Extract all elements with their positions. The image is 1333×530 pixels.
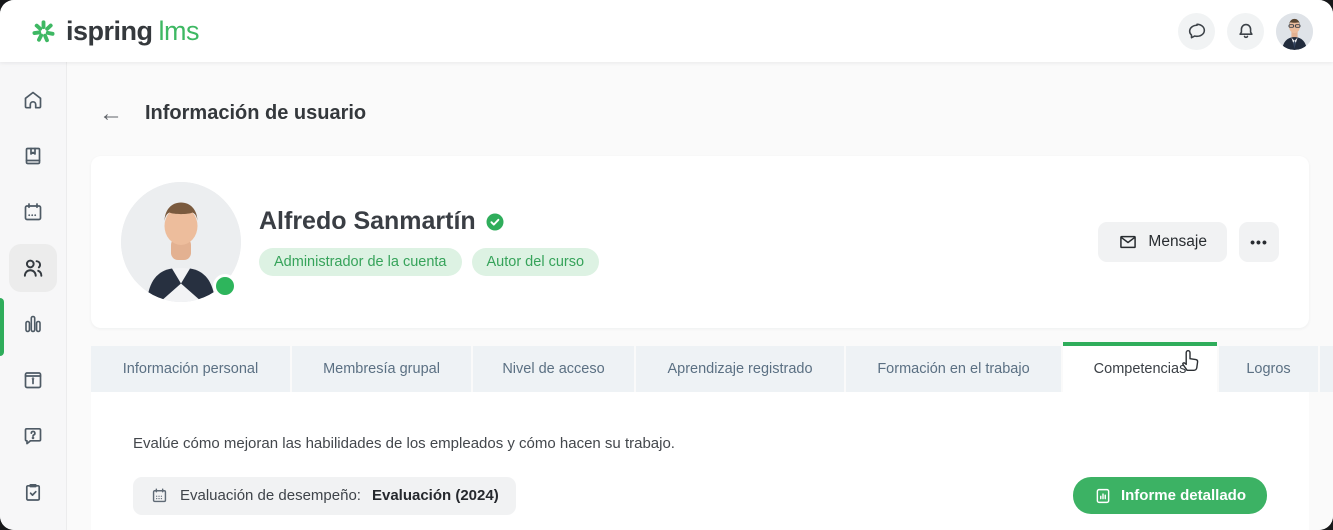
clipboard-check-icon: [21, 480, 45, 504]
sidebar-item-reports[interactable]: [9, 300, 57, 348]
sidebar-item-assignments[interactable]: [9, 468, 57, 516]
profile-tabs: Información personal Membresía grupal Ni…: [91, 342, 1333, 392]
tab-membresia-grupal[interactable]: Membresía grupal: [292, 346, 471, 392]
bar-chart-icon: [21, 312, 45, 336]
detailed-report-button[interactable]: Informe detallado: [1073, 477, 1267, 514]
envelope-icon: [1118, 232, 1138, 252]
role-badge-admin: Administrador de la cuenta: [259, 248, 462, 276]
header-avatar[interactable]: [1276, 13, 1313, 50]
active-indicator: [0, 298, 4, 356]
verified-check-icon: [486, 213, 504, 231]
page-title: Información de usuario: [145, 102, 366, 125]
evaluation-label: Evaluación de desempeño:: [180, 487, 361, 504]
chat-button[interactable]: [1178, 13, 1215, 50]
tab-informacion-personal[interactable]: Información personal: [91, 346, 290, 392]
back-button[interactable]: ←: [97, 100, 125, 128]
tab-nivel-de-acceso[interactable]: Nivel de acceso: [473, 346, 634, 392]
top-bar: ispringlms: [0, 0, 1333, 62]
user-card: Alfredo Sanmartín Administrador de la cu…: [91, 156, 1309, 328]
user-name: Alfredo Sanmartín: [259, 207, 476, 236]
sidebar-item-info[interactable]: [9, 356, 57, 404]
logo-text: ispringlms: [66, 16, 199, 47]
info-card-icon: [21, 368, 45, 392]
home-icon: [21, 88, 45, 112]
evaluation-value: Evaluación (2024): [372, 487, 499, 504]
app-window: ispringlms: [0, 0, 1333, 530]
ispring-logo[interactable]: ispringlms: [30, 16, 199, 47]
more-actions-button[interactable]: •••: [1239, 222, 1279, 262]
main-content: ← Información de usuario: [67, 62, 1333, 530]
panel-description: Evalúe cómo mejoran las habilidades de l…: [133, 435, 1267, 452]
tab-logros[interactable]: Logros: [1219, 346, 1318, 392]
evaluation-selector[interactable]: Evaluación de desempeño: Evaluación (202…: [133, 477, 516, 515]
calendar-icon: [21, 200, 45, 224]
sidebar-item-help[interactable]: [9, 412, 57, 460]
sidebar-item-users[interactable]: [9, 244, 57, 292]
sidebar-item-home[interactable]: [9, 76, 57, 124]
role-badge-author: Autor del curso: [472, 248, 600, 276]
tab-overflow: [1320, 346, 1333, 392]
report-icon: [1094, 487, 1112, 505]
ellipsis-icon: •••: [1250, 234, 1268, 250]
tab-competencias[interactable]: Competencias: [1063, 342, 1217, 392]
users-icon: [20, 255, 46, 281]
chat-icon: [1186, 20, 1208, 42]
tab-aprendizaje-registrado[interactable]: Aprendizaje registrado: [636, 346, 844, 392]
online-status-dot: [213, 274, 237, 298]
message-button[interactable]: Mensaje: [1098, 222, 1227, 262]
competencies-panel: Evalúe cómo mejoran las habilidades de l…: [91, 392, 1309, 530]
user-avatar: [121, 182, 241, 302]
sidebar-item-calendar[interactable]: [9, 188, 57, 236]
help-bubble-icon: [21, 424, 45, 448]
tab-formacion-en-el-trabajo[interactable]: Formación en el trabajo: [846, 346, 1061, 392]
sidebar-item-courses[interactable]: [9, 132, 57, 180]
notifications-button[interactable]: [1227, 13, 1264, 50]
calendar-small-icon: [150, 486, 169, 505]
bell-icon: [1235, 20, 1257, 42]
book-icon: [21, 144, 45, 168]
spinner-logo-icon: [30, 18, 57, 45]
sidebar: [0, 62, 67, 530]
